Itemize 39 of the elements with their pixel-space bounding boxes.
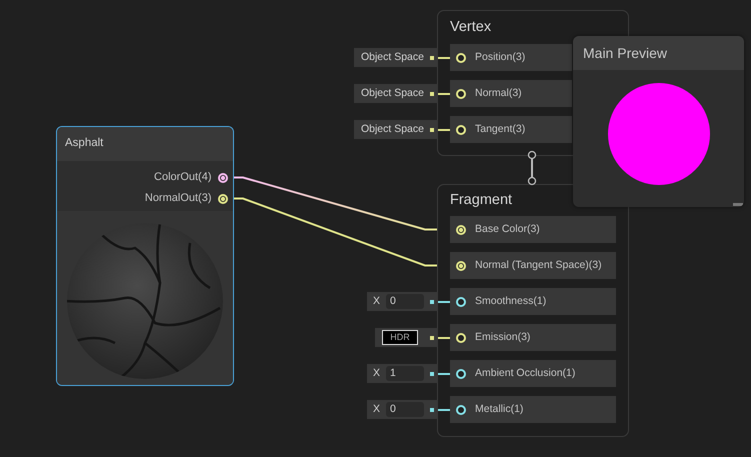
value-field[interactable]: 0 [386, 294, 424, 309]
input-port-icon[interactable] [455, 332, 467, 344]
output-port-icon[interactable] [217, 192, 229, 204]
input-slot[interactable]: Base Color(3) [450, 216, 616, 243]
space-dropdown[interactable]: Object Space [354, 120, 438, 139]
input-slot[interactable]: Position(3) [450, 44, 572, 71]
input-port-icon[interactable] [455, 404, 467, 416]
input-slot[interactable]: Emission(3) [450, 324, 616, 351]
input-port-icon[interactable] [455, 124, 467, 136]
node-title: Asphalt [65, 136, 104, 152]
axis-label: X [372, 402, 380, 417]
flow-connector-icon [526, 150, 538, 186]
value-field[interactable]: 1 [386, 366, 424, 381]
axis-label: X [372, 366, 380, 381]
input-slot[interactable]: Tangent(3) [450, 116, 572, 143]
resize-handle-icon[interactable] [733, 203, 743, 206]
input-port-icon[interactable] [455, 88, 467, 100]
space-dropdown[interactable]: Object Space [354, 48, 438, 67]
input-port-icon[interactable] [455, 260, 467, 272]
input-slot[interactable]: Normal (Tangent Space)(3) [450, 252, 616, 279]
axis-label: X [372, 294, 380, 309]
block-title: Vertex [450, 18, 492, 37]
input-port-icon[interactable] [455, 296, 467, 308]
output-port-label: ColorOut(4) [154, 170, 212, 186]
output-port-icon[interactable] [217, 172, 229, 184]
subgraph-node[interactable]: Asphalt ColorOut(4) NormalOut(3) [56, 126, 234, 386]
block-title: Fragment [450, 190, 512, 210]
output-port-label: NormalOut(3) [144, 191, 212, 206]
value-field[interactable]: 0 [386, 402, 424, 417]
input-port-icon[interactable] [455, 368, 467, 380]
input-slot[interactable]: Normal(3) [450, 80, 572, 107]
input-slot[interactable]: Smoothness(1) [450, 288, 616, 315]
color-swatch[interactable]: HDR [382, 330, 418, 345]
input-port-icon[interactable] [455, 224, 467, 236]
input-port-icon[interactable] [455, 52, 467, 64]
input-slot[interactable]: Ambient Occlusion(1) [450, 360, 616, 387]
input-slot[interactable]: Metallic(1) [450, 396, 616, 423]
panel-title: Main Preview [583, 44, 668, 62]
space-dropdown[interactable]: Object Space [354, 84, 438, 103]
